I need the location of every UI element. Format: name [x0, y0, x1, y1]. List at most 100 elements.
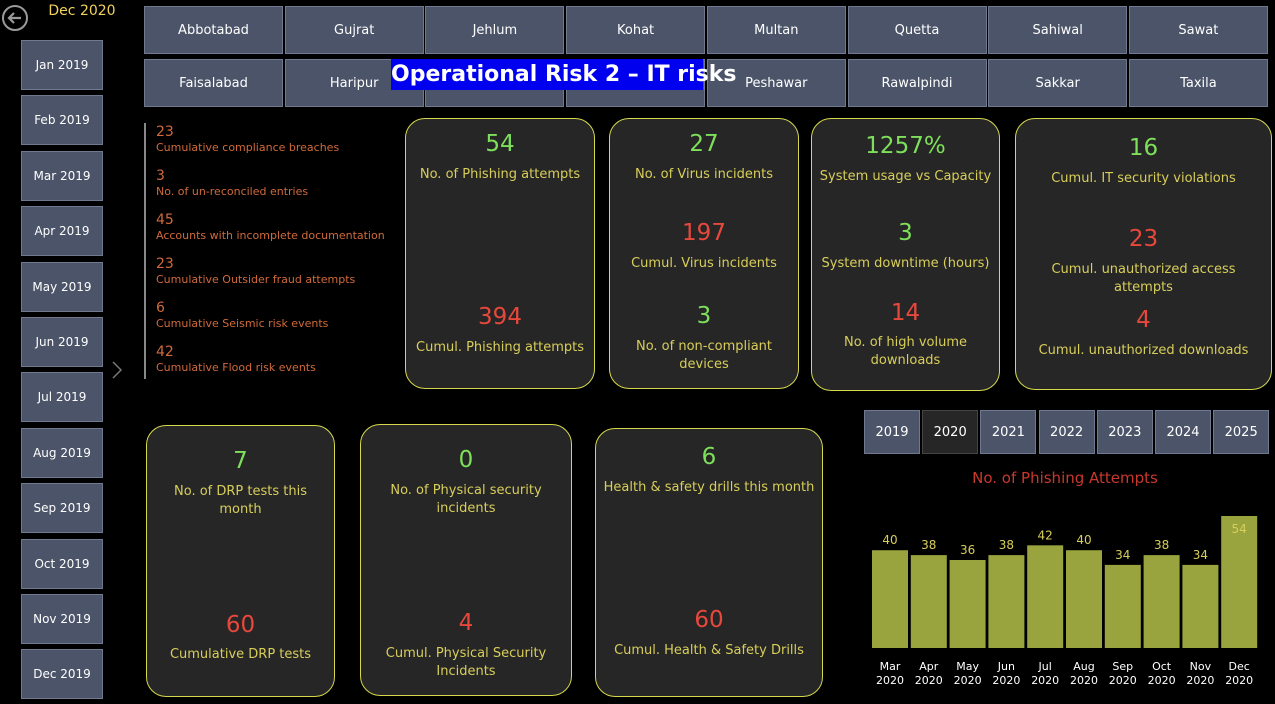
bar[interactable] [1104, 564, 1141, 648]
metric-value: 6 [156, 300, 165, 316]
phishing-bar-chart: 40Mar202038Apr202036May202038Jun202042Ju… [872, 516, 1258, 687]
virus-cumul-label: Cumul. Virus incidents [631, 256, 777, 271]
year-button[interactable]: 2019 [864, 410, 920, 454]
phishing-count-label: No. of Phishing attempts [419, 167, 581, 182]
drp-card: 7 No. of DRP tests this month 60 Cumulat… [146, 425, 335, 697]
high-volume-downloads-label: No. of high volume downloads [843, 335, 967, 368]
bar[interactable] [1182, 564, 1219, 648]
month-button[interactable]: Sep 2019 [21, 483, 103, 534]
unauthorized-access-label: Cumul. unauthorized access attempts [1051, 262, 1236, 295]
city-button[interactable]: Sawat [1128, 6, 1268, 54]
city-button[interactable]: Gujrat [284, 6, 424, 54]
virus-count: 27 [689, 131, 719, 157]
x-tick-label: May [956, 660, 979, 673]
x-tick-label: 2020 [1109, 674, 1137, 687]
metric-item: 23 Cumulative compliance breaches [156, 123, 339, 155]
noncompliant-devices-label: No. of non-compliant devices [635, 339, 773, 372]
high-volume-downloads: 14 [890, 300, 921, 326]
drp-tests-cumul-label: Cumulative DRP tests [169, 647, 312, 662]
noncompliant-devices: 3 [696, 303, 712, 329]
year-button[interactable]: 2021 [980, 410, 1037, 454]
data-label: 34 [1193, 548, 1208, 562]
month-button[interactable]: Nov 2019 [21, 594, 103, 644]
data-label: 36 [960, 543, 975, 557]
health-drills-cumul: 60 [694, 607, 724, 633]
city-button[interactable]: Multan [706, 6, 846, 54]
security-card: 16 Cumul. IT security violations 23 Cumu… [1015, 118, 1272, 390]
x-tick-label: 2020 [1031, 674, 1059, 687]
metric-value: 23 [156, 256, 174, 272]
system-card: 1257% System usage vs Capacity 3 System … [811, 118, 1000, 391]
x-tick-label: 2020 [915, 674, 943, 687]
month-button[interactable]: Oct 2019 [21, 538, 103, 589]
unauthorized-downloads-label: Cumul. unauthorized downloads [1038, 343, 1249, 358]
system-usage: 1257% [865, 133, 946, 159]
city-button[interactable]: Rawalpindi [847, 59, 987, 107]
city-button[interactable]: Quetta [847, 6, 987, 54]
metric-label: Cumulative Outsider fraud attempts [156, 273, 356, 286]
bar[interactable] [949, 560, 986, 648]
metric-label: Cumulative compliance breaches [156, 141, 340, 154]
data-label: 42 [1038, 528, 1053, 542]
phishing-cumul: 394 [478, 304, 522, 330]
data-label: 34 [1115, 548, 1130, 562]
month-button[interactable]: Jan 2019 [21, 40, 103, 90]
month-button[interactable]: May 2019 [21, 261, 103, 312]
year-button[interactable]: 2022 [1038, 410, 1095, 454]
metric-item: 42 Cumulative Flood risk events [156, 343, 316, 375]
bar[interactable] [1143, 555, 1180, 648]
metric-item: 23 Cumulative Outsider fraud attempts [156, 255, 355, 287]
physical-incidents-cumul-label: Cumul. Physical Security Incidents [385, 646, 547, 679]
data-label: 38 [1154, 538, 1169, 552]
phishing-card: 54 No. of Phishing attempts 394 Cumul. P… [405, 118, 595, 389]
year-button[interactable]: 2024 [1155, 410, 1211, 454]
city-button[interactable]: Kohat [566, 6, 706, 54]
month-button[interactable]: Dec 2019 [21, 649, 103, 700]
back-button[interactable] [2, 5, 28, 31]
phishing-count: 54 [485, 131, 515, 157]
month-button[interactable]: Jul 2019 [21, 372, 103, 423]
x-tick-label: Jul [1038, 660, 1052, 673]
x-tick-label: Aug [1073, 660, 1094, 673]
month-button[interactable]: Aug 2019 [21, 427, 103, 478]
metric-item: 6 Cumulative Seismic risk events [156, 299, 328, 331]
drp-tests-month: 7 [233, 448, 248, 474]
chevron-right-icon[interactable] [111, 360, 123, 384]
city-button[interactable]: Jehlum [425, 6, 565, 54]
bar[interactable] [872, 550, 908, 648]
bar[interactable] [910, 555, 947, 648]
health-drills-month: 6 [701, 444, 717, 470]
metric-label: No. of un-reconciled entries [156, 185, 309, 198]
bar[interactable] [1066, 550, 1102, 648]
data-label: 40 [882, 533, 897, 547]
year-button[interactable]: 2025 [1213, 410, 1270, 454]
month-button[interactable]: Apr 2019 [21, 206, 103, 257]
phishing-cumul-label: Cumul. Phishing attempts [416, 340, 584, 355]
physical-incidents-label: No. of Physical security incidents [390, 483, 542, 516]
city-button[interactable]: Abbotabad [144, 6, 283, 54]
city-button[interactable]: Faisalabad [144, 59, 283, 107]
security-violations: 16 [1128, 135, 1159, 161]
virus-count-label: No. of Virus incidents [634, 167, 774, 182]
bar[interactable] [988, 555, 1025, 648]
city-button[interactable]: Sakkar [988, 59, 1128, 107]
data-label: 40 [1076, 533, 1091, 547]
bar[interactable] [1027, 545, 1064, 648]
month-button[interactable]: Jun 2019 [21, 317, 103, 367]
month-button[interactable]: Feb 2019 [21, 95, 103, 146]
year-button[interactable]: 2023 [1096, 410, 1153, 454]
year-button[interactable]: 2020 [922, 410, 979, 454]
metric-value: 23 [156, 124, 174, 140]
x-tick-label: 2020 [876, 674, 904, 687]
metric-label: Cumulative Seismic risk events [156, 317, 329, 330]
city-button[interactable]: Sahiwal [988, 6, 1128, 54]
drp-tests-month-label: No. of DRP tests this month [174, 484, 307, 517]
metric-item: 3 No. of un-reconciled entries [156, 167, 308, 199]
month-button[interactable]: Mar 2019 [21, 150, 103, 201]
city-button[interactable]: Taxila [1128, 59, 1268, 107]
drp-tests-cumul: 60 [225, 612, 256, 638]
x-tick-label: 2020 [992, 674, 1020, 687]
x-tick-label: 2020 [1186, 674, 1214, 687]
metric-item: 45 Accounts with incomplete documentation [156, 211, 385, 243]
health-drills-cumul-label: Cumul. Health & Safety Drills [614, 643, 804, 658]
